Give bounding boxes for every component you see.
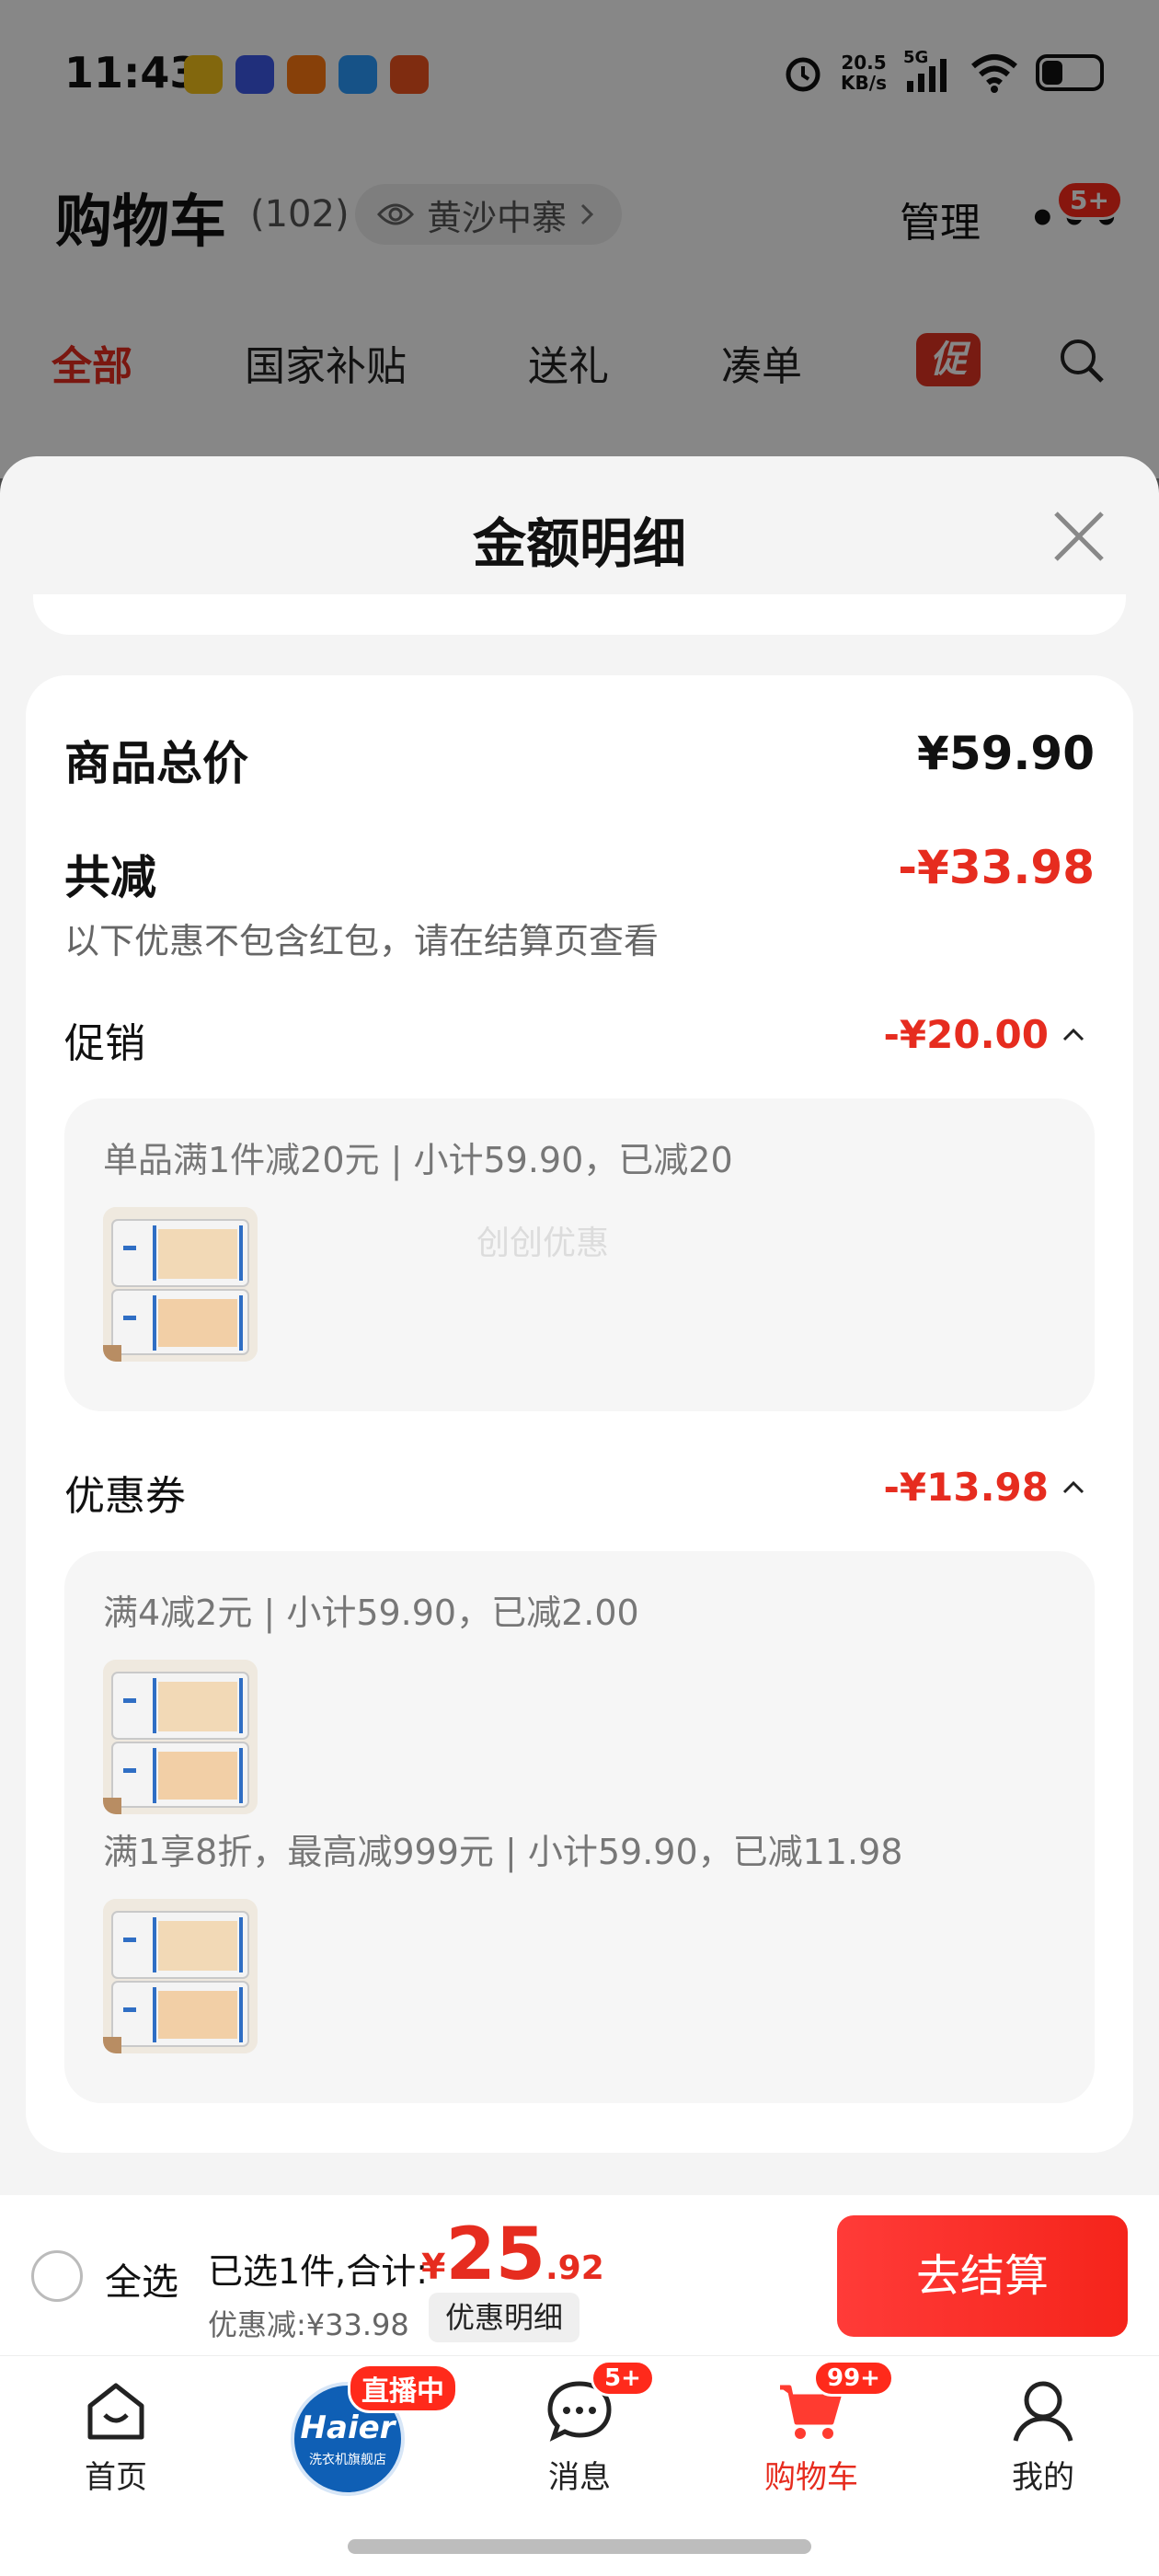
total-decimal: .92: [545, 2249, 604, 2287]
select-all-checkbox[interactable]: [31, 2250, 83, 2302]
selected-count: 已选1件,合计:: [208, 2251, 429, 2292]
checkout-button[interactable]: 去结算: [837, 2215, 1128, 2337]
live-badge: 直播中: [348, 2363, 458, 2413]
coupon-panel: 满4减2元 | 小计59.90，已减2.00 满1享8折，最高减999元 | 小…: [64, 1551, 1095, 2103]
product-thumbnail[interactable]: [103, 1207, 258, 1362]
product-thumbnail[interactable]: [103, 1660, 258, 1814]
discount-note: 以下优惠不包含红包，请在结算页查看: [64, 921, 660, 961]
checkout-bar: 全选 已选1件,合计: ¥ 25 .92 优惠减:¥33.98 优惠明细 去结算: [0, 2195, 1159, 2355]
close-icon[interactable]: [1047, 504, 1111, 569]
nav-cart-label: 购物车: [764, 2459, 858, 2496]
coupon-rule-1: 满4减2元 | 小计59.90，已减2.00: [103, 1593, 639, 1633]
chevron-up-icon: [1062, 1028, 1084, 1041]
previous-card-edge: [33, 594, 1126, 635]
home-icon: [87, 2383, 144, 2440]
saved-amount: 优惠减:¥33.98: [208, 2307, 409, 2342]
total-currency: ¥: [421, 2247, 446, 2287]
total-amount: ¥ 25 .92: [421, 2214, 604, 2296]
nav-home-label: 首页: [85, 2459, 147, 2496]
nav-me-label: 我的: [1012, 2459, 1074, 2496]
coupon-rule-2: 满1享8折，最高减999元 | 小计59.90，已减11.98: [103, 1832, 903, 1872]
product-thumbnail[interactable]: [103, 1899, 258, 2053]
nav-home[interactable]: 首页: [42, 2375, 189, 2497]
nav-me[interactable]: 我的: [970, 2375, 1117, 2497]
promotion-label: 促销: [64, 1020, 145, 1067]
sheet-title: 金额明细: [472, 512, 686, 575]
haier-store-text: 洗衣机旗舰店: [309, 2453, 386, 2467]
promotion-value: -¥20.00: [883, 1012, 1049, 1057]
cart-badge: 99+: [813, 2360, 894, 2397]
coupon-value: -¥13.98: [883, 1465, 1049, 1510]
messages-badge: 5+: [591, 2360, 655, 2397]
select-all-label[interactable]: 全选: [105, 2252, 178, 2306]
total-integer: 25: [445, 2214, 545, 2296]
nav-messages-label: 消息: [548, 2459, 611, 2496]
chevron-up-icon: [1062, 1480, 1084, 1493]
home-indicator[interactable]: [348, 2539, 811, 2554]
discount-detail-button[interactable]: 优惠明细: [429, 2293, 580, 2342]
promotion-watermark: 创创优惠: [476, 1225, 610, 1262]
total-price-label: 商品总价: [64, 737, 248, 790]
coupon-toggle[interactable]: -¥13.98: [883, 1465, 1085, 1510]
total-price-value: ¥59.90: [917, 727, 1095, 780]
profile-icon: [1013, 2381, 1073, 2442]
amount-detail-card: 商品总价 ¥59.90 共减 -¥33.98 以下优惠不包含红包，请在结算页查看…: [26, 675, 1133, 2153]
promotion-rule: 单品满1件减20元 | 小计59.90，已减20: [103, 1140, 733, 1180]
haier-logo-text: Haier: [300, 2409, 396, 2446]
coupon-label: 优惠券: [64, 1473, 186, 1520]
discount-label: 共减: [64, 851, 156, 904]
amount-detail-sheet: 金额明细 商品总价 ¥59.90 共减 -¥33.98 以下优惠不包含红包，请在…: [0, 456, 1159, 2195]
promotion-panel: 单品满1件减20元 | 小计59.90，已减20 创创优惠: [64, 1098, 1095, 1411]
discount-value: -¥33.98: [898, 841, 1095, 894]
promotion-toggle[interactable]: -¥20.00: [883, 1012, 1085, 1057]
